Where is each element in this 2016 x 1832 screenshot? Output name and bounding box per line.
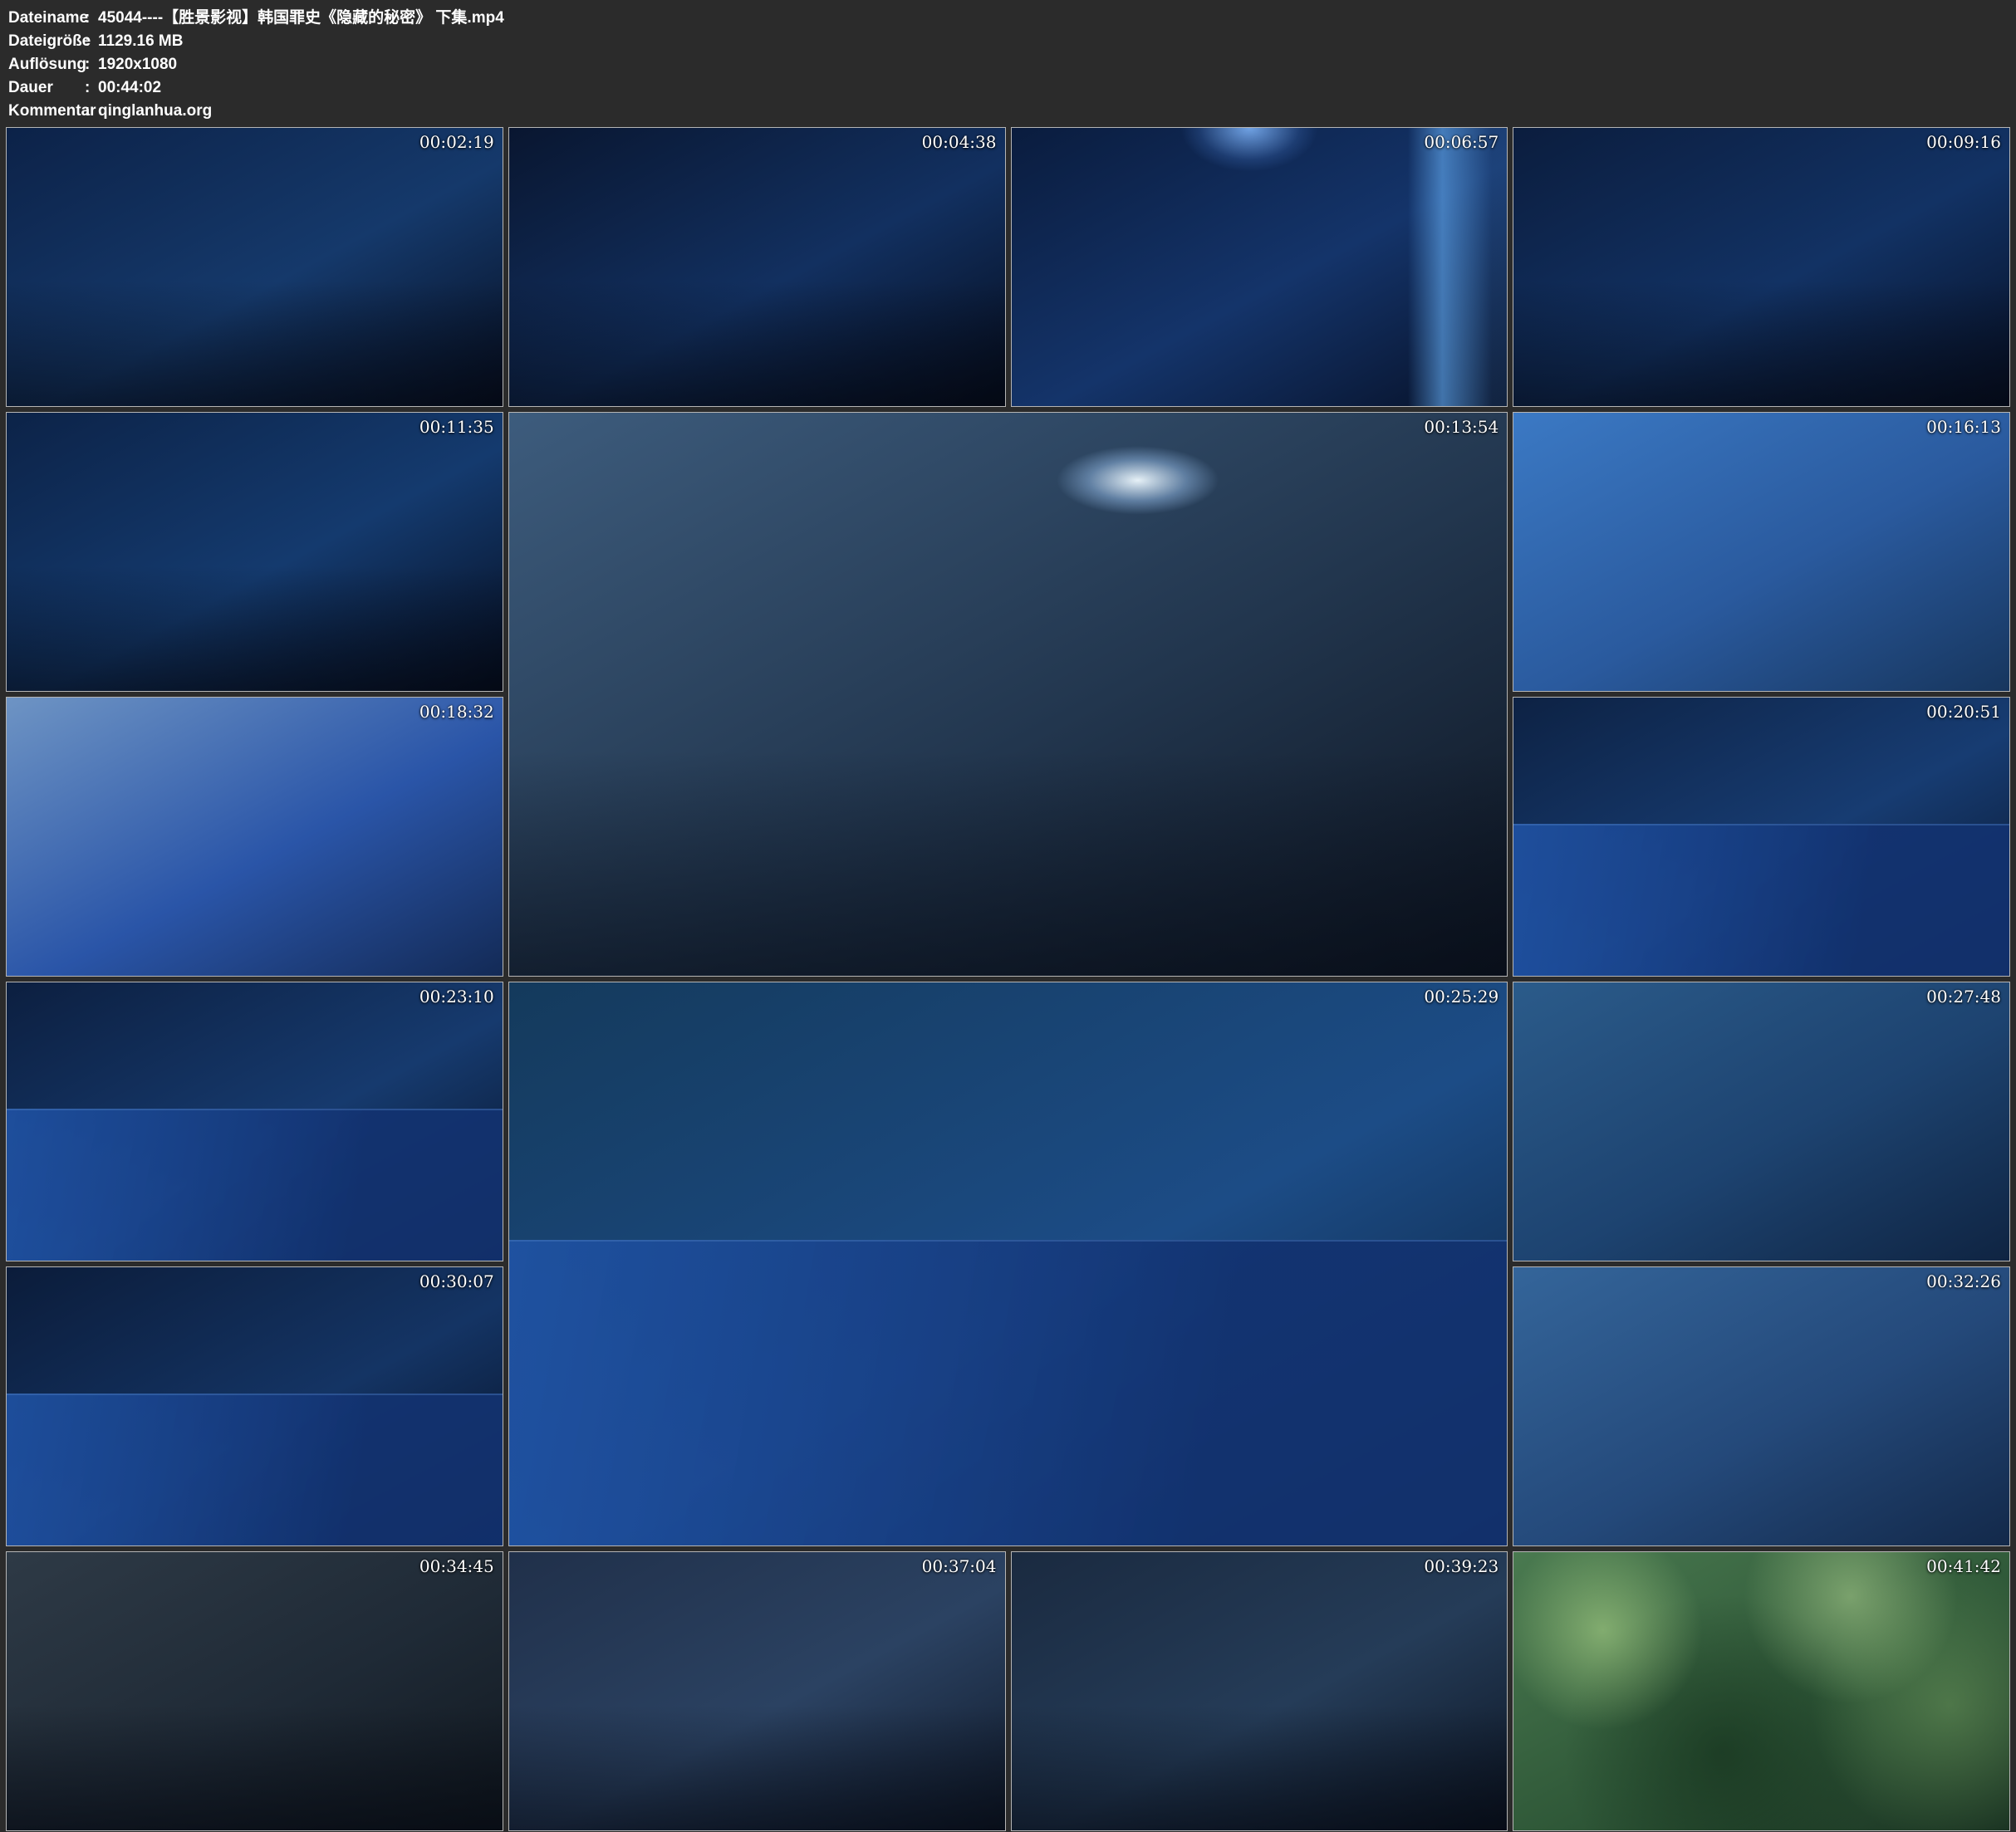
- video-thumbnail: 00:34:45: [6, 1551, 503, 1831]
- timestamp-overlay: 00:18:32: [419, 702, 494, 722]
- meta-row-comment: Kommentar:qinglanhua.org: [8, 100, 2008, 123]
- timestamp-overlay: 00:16:13: [1926, 417, 2001, 437]
- meta-row-filename: Dateiname:45044----【胜景影视】韩国罪史《隐藏的秘密》 下集.…: [8, 7, 2008, 30]
- timestamp-overlay: 00:37:04: [922, 1556, 997, 1576]
- meta-separator: :: [85, 100, 98, 123]
- thumbnail-contact-sheet: 00:02:19 00:04:38 00:06:57 00:09:16 00:1…: [0, 123, 2016, 1831]
- timestamp-overlay: 00:02:19: [419, 132, 494, 152]
- timestamp-overlay: 00:32:26: [1926, 1271, 2001, 1291]
- timestamp-overlay: 00:27:48: [1926, 987, 2001, 1007]
- meta-row-duration: Dauer:00:44:02: [8, 76, 2008, 100]
- timestamp-overlay: 00:06:57: [1424, 132, 1499, 152]
- file-metadata-header: Dateiname:45044----【胜景影视】韩国罪史《隐藏的秘密》 下集.…: [0, 0, 2016, 123]
- timestamp-overlay: 00:25:29: [1424, 987, 1499, 1007]
- meta-label: Dateiname: [8, 7, 85, 30]
- meta-separator: :: [85, 76, 98, 100]
- timestamp-overlay: 00:34:45: [419, 1556, 494, 1576]
- video-thumbnail-large: 00:13:54: [508, 412, 1508, 977]
- timestamp-overlay: 00:13:54: [1424, 417, 1499, 437]
- timestamp-overlay: 00:23:10: [419, 987, 494, 1007]
- video-thumbnail: 00:04:38: [508, 127, 1006, 407]
- meta-label: Dauer: [8, 76, 85, 100]
- filesize-value: 1129.16 MB: [98, 32, 183, 50]
- video-thumbnail: 00:11:35: [6, 412, 503, 692]
- video-thumbnail: 00:06:57: [1011, 127, 1508, 407]
- meta-label: Kommentar: [8, 100, 85, 123]
- meta-label: Auflösung: [8, 53, 85, 76]
- meta-row-filesize: Dateigröße:1129.16 MB: [8, 30, 2008, 53]
- meta-separator: :: [85, 7, 98, 30]
- video-thumbnail: 00:32:26: [1513, 1266, 2010, 1546]
- video-thumbnail: 00:02:19: [6, 127, 503, 407]
- video-thumbnail-large: 00:25:29: [508, 982, 1508, 1546]
- comment-value: qinglanhua.org: [98, 102, 212, 120]
- video-thumbnail: 00:20:51: [1513, 697, 2010, 977]
- duration-value: 00:44:02: [98, 79, 161, 96]
- video-thumbnail: 00:30:07: [6, 1266, 503, 1546]
- meta-label: Dateigröße: [8, 30, 85, 53]
- video-thumbnail: 00:37:04: [508, 1551, 1006, 1831]
- timestamp-overlay: 00:11:35: [419, 417, 494, 437]
- meta-row-resolution: Auflösung:1920x1080: [8, 53, 2008, 76]
- meta-separator: :: [85, 30, 98, 53]
- video-thumbnail: 00:16:13: [1513, 412, 2010, 692]
- video-thumbnail: 00:09:16: [1513, 127, 2010, 407]
- timestamp-overlay: 00:09:16: [1926, 132, 2001, 152]
- timestamp-overlay: 00:39:23: [1424, 1556, 1499, 1576]
- video-thumbnail: 00:27:48: [1513, 982, 2010, 1261]
- timestamp-overlay: 00:20:51: [1926, 702, 2001, 722]
- timestamp-overlay: 00:04:38: [922, 132, 997, 152]
- timestamp-overlay: 00:41:42: [1926, 1556, 2001, 1576]
- video-thumbnail: 00:23:10: [6, 982, 503, 1261]
- timestamp-overlay: 00:30:07: [419, 1271, 494, 1291]
- video-thumbnail: 00:39:23: [1011, 1551, 1508, 1831]
- video-thumbnail: 00:41:42: [1513, 1551, 2010, 1831]
- video-thumbnail: 00:18:32: [6, 697, 503, 977]
- filename-value: 45044----【胜景影视】韩国罪史《隐藏的秘密》 下集.mp4: [98, 9, 504, 27]
- meta-separator: :: [85, 53, 98, 76]
- resolution-value: 1920x1080: [98, 56, 177, 73]
